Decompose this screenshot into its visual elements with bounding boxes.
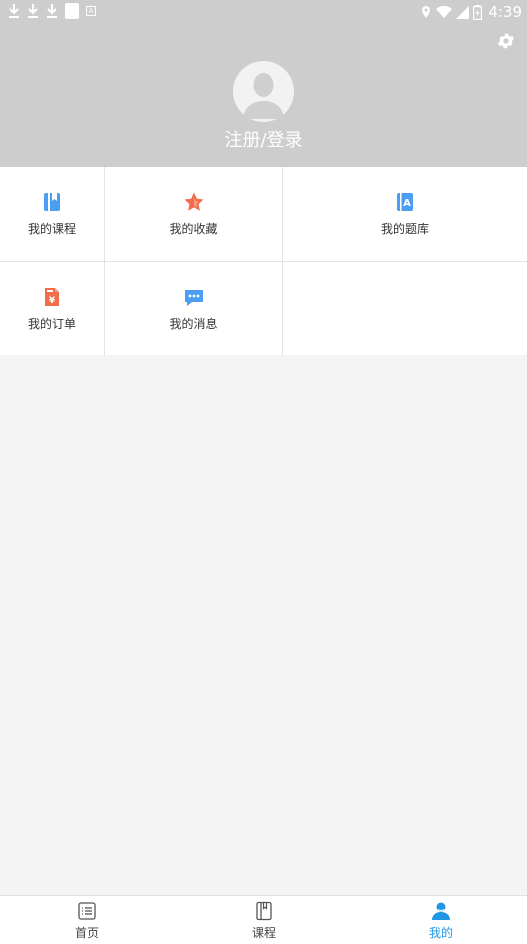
download-icon — [28, 4, 38, 18]
grid-item-my-courses[interactable]: 我的课程 — [0, 167, 104, 261]
tab-label: 课程 — [251, 926, 276, 940]
tab-courses[interactable]: 课程 — [204, 896, 324, 944]
profile-icon — [432, 902, 450, 920]
book-icon — [44, 193, 60, 211]
gear-icon — [498, 33, 514, 49]
grid-item-my-orders[interactable]: ¥ 我的订单 — [0, 262, 104, 355]
battery-icon — [473, 4, 483, 20]
grid-item-label: 我的消息 — [169, 316, 218, 331]
a-notification-icon: A — [86, 6, 96, 16]
grid-item-label: 我的订单 — [27, 316, 76, 331]
grid-item-label: 我的课程 — [27, 222, 76, 236]
user-silhouette-icon — [243, 73, 284, 119]
avatar[interactable] — [233, 61, 294, 122]
tab-profile[interactable]: 我的 — [381, 896, 501, 944]
tab-label: 我的 — [428, 926, 453, 940]
app-notification-icon — [65, 3, 79, 19]
grid-item-my-question-bank[interactable]: A 我的题库 — [283, 167, 527, 261]
home-list-icon — [78, 902, 96, 920]
order-icon: ¥ — [45, 287, 59, 306]
course-book-icon — [256, 901, 272, 921]
status-bar: A 4:39 — [0, 0, 527, 24]
tab-label: 首页 — [74, 926, 99, 940]
svg-text:¥: ¥ — [49, 296, 56, 306]
profile-screen: A 4:39 注册/登录 我的课程 我的收藏 A 我的题库 ¥ 我的订单 我的消… — [0, 0, 527, 944]
location-icon — [422, 6, 431, 18]
grid-item-empty — [283, 262, 527, 355]
download-icon — [9, 4, 19, 18]
grid-item-my-favorites[interactable]: 我的收藏 — [105, 167, 282, 261]
message-icon — [184, 289, 203, 306]
profile-header: 注册/登录 — [0, 24, 527, 167]
question-bank-icon: A — [397, 193, 413, 211]
bottom-tab-bar: 首页 课程 我的 — [0, 895, 527, 944]
notification-icons: A — [8, 3, 96, 19]
grid-divider — [0, 261, 527, 262]
feature-grid: 我的课程 我的收藏 A 我的题库 ¥ 我的订单 我的消息 — [0, 167, 527, 355]
tab-home[interactable]: 首页 — [27, 896, 147, 944]
svg-text:A: A — [403, 198, 411, 209]
signal-icon — [456, 5, 470, 19]
star-icon — [184, 192, 203, 211]
wifi-icon — [436, 5, 453, 18]
grid-item-my-messages[interactable]: 我的消息 — [105, 262, 282, 355]
register-login-link[interactable]: 注册/登录 — [0, 126, 527, 152]
system-icons: 4:39 — [420, 3, 522, 21]
grid-item-label: 我的收藏 — [169, 222, 218, 236]
clock: 4:39 — [488, 3, 522, 21]
download-icon — [47, 4, 57, 18]
settings-button[interactable] — [496, 31, 516, 51]
grid-item-label: 我的题库 — [380, 222, 429, 236]
